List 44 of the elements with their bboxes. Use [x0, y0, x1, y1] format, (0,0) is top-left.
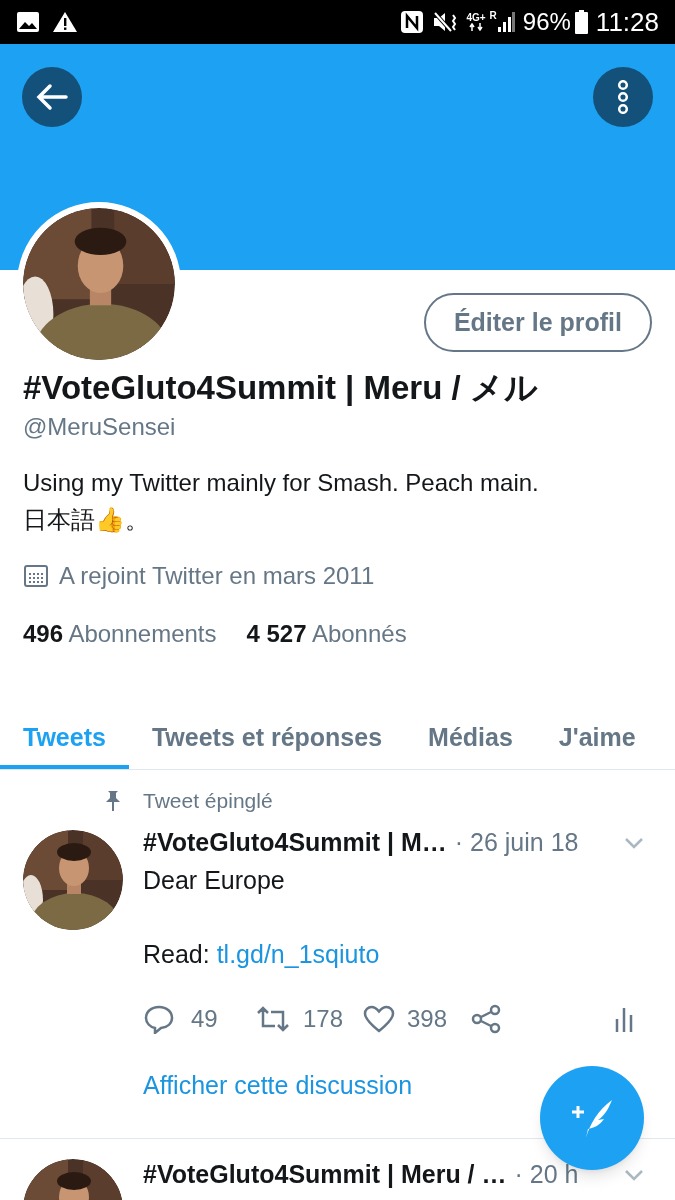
tweet-text: Read: tl.gd/n_1sqiuto: [143, 938, 381, 970]
profile-tab[interactable]: J'aime: [535, 710, 659, 769]
display-name: #VoteGluto4Summit | Meru / メル: [23, 368, 539, 408]
back-button[interactable]: [22, 67, 82, 127]
pin-icon: [104, 790, 122, 812]
image-icon: [16, 11, 40, 33]
clock: 11:28: [595, 5, 659, 39]
retweet-icon[interactable]: [255, 1004, 291, 1033]
battery-percent: 96%: [522, 7, 571, 37]
bio: Using my Twitter mainly for Smash. Peach main. 日本語👍。: [23, 468, 540, 535]
roaming-indicator: R: [489, 9, 497, 23]
mute-vibrate-icon: [432, 10, 459, 34]
battery-icon: [574, 10, 588, 34]
pinned-label: Tweet épinglé: [143, 788, 274, 814]
calendar-icon: [23, 564, 49, 588]
profile-tab[interactable]: Tweets et réponses: [128, 710, 406, 769]
retweet-count: 178: [303, 1003, 345, 1034]
reply-icon[interactable]: [143, 1003, 175, 1034]
join-date: A rejoint Twitter en mars 2011: [59, 561, 375, 591]
follow-stat-link[interactable]: 496 Abonnements: [23, 616, 217, 652]
heart-icon[interactable]: [363, 1004, 395, 1033]
warning-icon: [52, 11, 78, 33]
follow-stat-link[interactable]: 4 527 Abonnés: [246, 616, 407, 652]
back-arrow-icon: [36, 83, 68, 111]
nfc-icon: [400, 10, 425, 34]
edit-profile-button[interactable]: Éditer le profil: [423, 293, 652, 352]
username: @MeruSensei: [23, 412, 177, 442]
tweet-time: · 20 h: [514, 1159, 579, 1191]
more-icon: [617, 80, 629, 114]
network-type: 4G+: [466, 13, 486, 23]
signal-icon: [496, 11, 515, 33]
author-name: #VoteGluto4Summit | Meru / …: [143, 1159, 507, 1191]
show-thread-link[interactable]: Afficher cette discussion: [143, 1066, 652, 1104]
tweet-time: · 26 juin 18: [454, 827, 579, 858]
author-name: #VoteGluto4Summit | M…: [143, 827, 447, 858]
profile-tab[interactable]: Médias: [405, 710, 536, 769]
data-arrows-icon: [469, 23, 483, 31]
profile-tab[interactable]: Tweets: [0, 710, 129, 769]
like-count: 398: [407, 1003, 449, 1034]
more-options-button[interactable]: [593, 67, 653, 127]
tweet-link[interactable]: tl.gd/n_1sqiuto: [216, 939, 380, 968]
tweet-text: Dear Europe: [143, 864, 286, 896]
share-icon[interactable]: [471, 1003, 501, 1034]
reply-count: 49: [191, 1003, 219, 1034]
